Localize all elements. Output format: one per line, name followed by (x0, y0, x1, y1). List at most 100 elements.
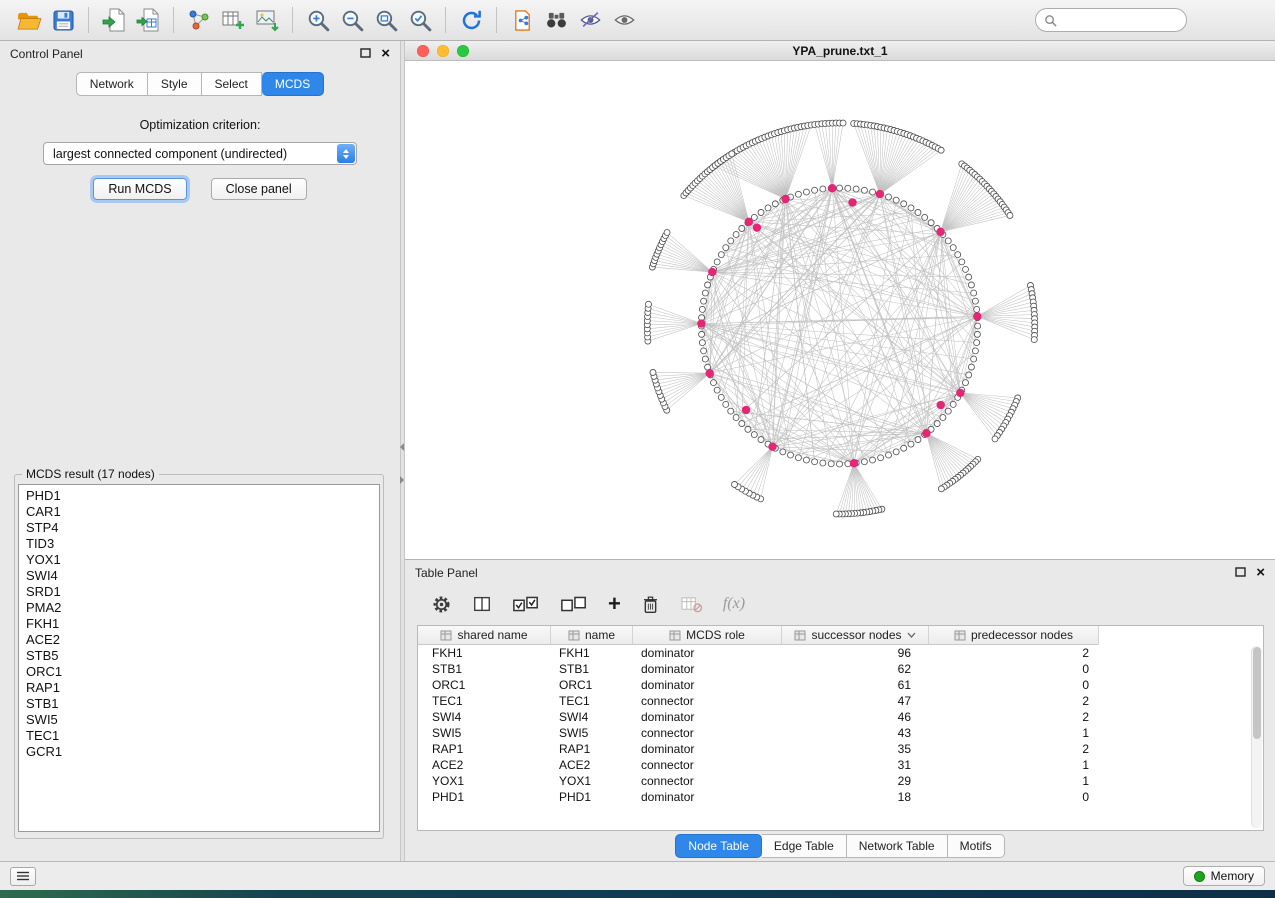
binoculars-icon[interactable] (539, 5, 573, 35)
tab-network[interactable]: Network (76, 72, 148, 96)
zoom-out-icon[interactable] (335, 5, 369, 35)
application-window: Control Panel × Network Style Select MCD… (0, 0, 1275, 890)
mcds-result-item[interactable]: ORC1 (26, 664, 379, 680)
zoom-fit-icon[interactable] (369, 5, 403, 35)
table-row[interactable]: ACE2ACE2connector311 (418, 757, 1263, 773)
window-close-button[interactable] (417, 45, 429, 57)
import-table-file-icon[interactable] (131, 5, 165, 35)
mcds-result-item[interactable]: YOX1 (26, 552, 379, 568)
table-cell: connector (633, 693, 782, 709)
table-row[interactable]: PHD1PHD1dominator180 (418, 789, 1263, 805)
task-history-button[interactable] (10, 867, 36, 886)
table-row[interactable]: STB1STB1dominator620 (418, 661, 1263, 677)
table-row[interactable]: ORC1ORC1dominator610 (418, 677, 1263, 693)
close-table-panel-icon[interactable]: × (1256, 567, 1265, 579)
mcds-result-item[interactable]: STB1 (26, 696, 379, 712)
table-cell: 62 (782, 661, 929, 677)
open-file-icon[interactable] (12, 5, 46, 35)
show-columns-icon[interactable] (472, 594, 492, 614)
table-toolbar: + f(x) (405, 585, 1275, 623)
tab-select[interactable]: Select (202, 72, 262, 96)
tab-edge-table[interactable]: Edge Table (762, 834, 847, 858)
new-network-icon[interactable] (182, 5, 216, 35)
float-table-panel-icon[interactable] (1235, 566, 1246, 580)
list-icon (16, 871, 30, 881)
table-body: FKH1FKH1dominator962STB1STB1dominator620… (418, 645, 1263, 805)
deselect-all-icon[interactable] (560, 594, 588, 614)
table-scrollbar-thumb[interactable] (1253, 647, 1261, 739)
mcds-result-item[interactable]: PHD1 (26, 488, 379, 504)
delete-table-icon (680, 595, 703, 614)
add-table-icon[interactable] (216, 5, 250, 35)
close-panel-button[interactable]: Close panel (211, 178, 307, 200)
table-cell: RAP1 (551, 741, 633, 757)
import-network-file-icon[interactable] (97, 5, 131, 35)
table-row[interactable]: SWI5SWI5connector431 (418, 725, 1263, 741)
select-stepper-icon (337, 144, 355, 163)
tab-mcds[interactable]: MCDS (262, 72, 324, 96)
window-minimize-button[interactable] (437, 45, 449, 57)
table-cell: ACE2 (551, 757, 633, 773)
mcds-result-item[interactable]: SWI4 (26, 568, 379, 584)
tab-style[interactable]: Style (148, 72, 202, 96)
save-icon[interactable] (46, 5, 80, 35)
mcds-result-item[interactable]: TEC1 (26, 728, 379, 744)
table-cell: connector (633, 757, 782, 773)
table-cell: 96 (782, 645, 929, 661)
table-cell: 0 (929, 789, 1099, 805)
annotation-icon[interactable] (505, 5, 539, 35)
table-scrollbar[interactable] (1251, 646, 1262, 828)
delete-column-icon[interactable] (641, 594, 660, 615)
mcds-result-item[interactable]: STP4 (26, 520, 379, 536)
memory-status-dot (1194, 871, 1205, 882)
search-icon (1044, 14, 1057, 27)
mcds-result-item[interactable]: TID3 (26, 536, 379, 552)
mcds-result-item[interactable]: ACE2 (26, 632, 379, 648)
mcds-result-item[interactable]: SRD1 (26, 584, 379, 600)
mcds-result-item[interactable]: CAR1 (26, 504, 379, 520)
table-row[interactable]: SWI4SWI4dominator462 (418, 709, 1263, 725)
column-header-predecessor-nodes[interactable]: predecessor nodes (929, 626, 1099, 645)
eye-icon[interactable] (607, 5, 641, 35)
column-header-mcds-role[interactable]: MCDS role (633, 626, 782, 645)
table-row[interactable]: YOX1YOX1connector291 (418, 773, 1263, 789)
table-row[interactable]: RAP1RAP1dominator352 (418, 741, 1263, 757)
add-column-icon[interactable]: + (608, 594, 621, 614)
network-canvas[interactable] (405, 61, 1275, 559)
float-panel-icon[interactable] (360, 47, 371, 61)
optimization-criterion-select[interactable]: largest connected component (undirected) (43, 142, 357, 165)
run-mcds-button[interactable]: Run MCDS (93, 178, 186, 200)
tab-node-table[interactable]: Node Table (675, 834, 762, 858)
hide-details-icon[interactable] (573, 5, 607, 35)
table-row[interactable]: TEC1TEC1connector472 (418, 693, 1263, 709)
table-cell: connector (633, 725, 782, 741)
refresh-icon[interactable] (454, 5, 488, 35)
search-input[interactable] (1057, 13, 1178, 27)
column-header-name[interactable]: name (551, 626, 633, 645)
window-zoom-button[interactable] (457, 45, 469, 57)
zoom-selected-icon[interactable] (403, 5, 437, 35)
table-row[interactable]: FKH1FKH1dominator962 (418, 645, 1263, 661)
column-header-shared-name[interactable]: shared name (418, 626, 551, 645)
tab-motifs[interactable]: Motifs (948, 834, 1005, 858)
export-image-icon[interactable] (250, 5, 284, 35)
mcds-result-item[interactable]: PMA2 (26, 600, 379, 616)
mcds-result-item[interactable]: RAP1 (26, 680, 379, 696)
mcds-result-item[interactable]: FKH1 (26, 616, 379, 632)
select-all-icon[interactable] (512, 594, 540, 614)
table-settings-gear-icon[interactable] (431, 594, 452, 615)
memory-button[interactable]: Memory (1183, 866, 1265, 886)
sort-descending-icon (907, 632, 916, 638)
tab-network-table[interactable]: Network Table (847, 834, 948, 858)
table-cell: ORC1 (418, 677, 551, 693)
control-panel-title: Control Panel (10, 47, 83, 61)
column-header-successor-nodes[interactable]: successor nodes (782, 626, 929, 645)
close-panel-icon[interactable]: × (381, 48, 390, 60)
zoom-in-icon[interactable] (301, 5, 335, 35)
search-box[interactable] (1035, 8, 1187, 32)
mcds-result-item[interactable]: GCR1 (26, 744, 379, 760)
mcds-result-item[interactable]: SWI5 (26, 712, 379, 728)
table-cell: YOX1 (551, 773, 633, 789)
mcds-result-list[interactable]: PHD1CAR1STP4TID3YOX1SWI4SRD1PMA2FKH1ACE2… (18, 484, 380, 832)
mcds-result-item[interactable]: STB5 (26, 648, 379, 664)
